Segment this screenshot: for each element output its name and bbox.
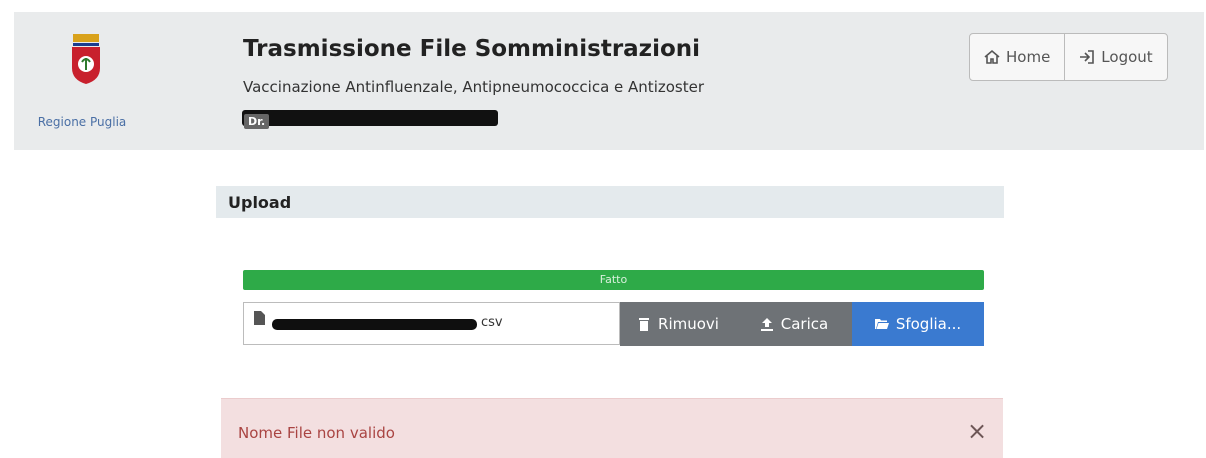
upload-panel-heading: Upload bbox=[216, 186, 1004, 218]
logout-button[interactable]: Logout bbox=[1064, 34, 1166, 80]
error-alert: Nome File non valido × bbox=[221, 398, 1003, 458]
folder-open-icon bbox=[874, 319, 889, 329]
region-name: Regione Puglia bbox=[37, 115, 127, 129]
home-icon bbox=[984, 49, 1000, 64]
upload-panel-title: Upload bbox=[228, 193, 292, 212]
upload-progress-bar: Fatto bbox=[243, 270, 984, 290]
trash-icon bbox=[639, 318, 650, 331]
home-button[interactable]: Home bbox=[970, 34, 1064, 80]
page-title: Trasmissione File Somministrazioni bbox=[243, 36, 701, 62]
page-subtitle: Vaccinazione Antinfluenzale, Antipneumoc… bbox=[243, 78, 705, 96]
file-extension: csv bbox=[481, 315, 503, 330]
logout-button-label: Logout bbox=[1101, 48, 1153, 66]
doctor-badge: Dr. bbox=[242, 110, 498, 129]
error-alert-message: Nome File non valido bbox=[238, 424, 395, 442]
close-alert-button[interactable]: × bbox=[967, 417, 987, 445]
browse-file-label: Sfoglia... bbox=[895, 315, 962, 333]
remove-file-button[interactable]: Rimuovi bbox=[620, 302, 736, 346]
upload-file-button[interactable]: Carica bbox=[736, 302, 852, 346]
page-header: Regione Puglia Trasmissione File Sommini… bbox=[14, 12, 1204, 150]
region-logo: Regione Puglia bbox=[22, 22, 142, 137]
file-name-field: csv bbox=[243, 302, 620, 345]
nav-button-group: Home Logout bbox=[969, 33, 1168, 81]
logout-icon bbox=[1080, 50, 1095, 64]
file-icon bbox=[254, 311, 265, 325]
redacted-file-name bbox=[272, 319, 477, 330]
upload-file-label: Carica bbox=[780, 315, 829, 333]
remove-file-label: Rimuovi bbox=[658, 315, 719, 333]
file-input-group: csv Rimuovi Carica Sfoglia... bbox=[243, 302, 984, 346]
region-emblem-icon bbox=[72, 34, 100, 84]
upload-icon bbox=[760, 318, 773, 331]
upload-progress-label: Fatto bbox=[599, 273, 628, 286]
home-button-label: Home bbox=[1006, 48, 1051, 66]
doctor-prefix: Dr. bbox=[244, 114, 270, 129]
browse-file-button[interactable]: Sfoglia... bbox=[852, 302, 984, 346]
